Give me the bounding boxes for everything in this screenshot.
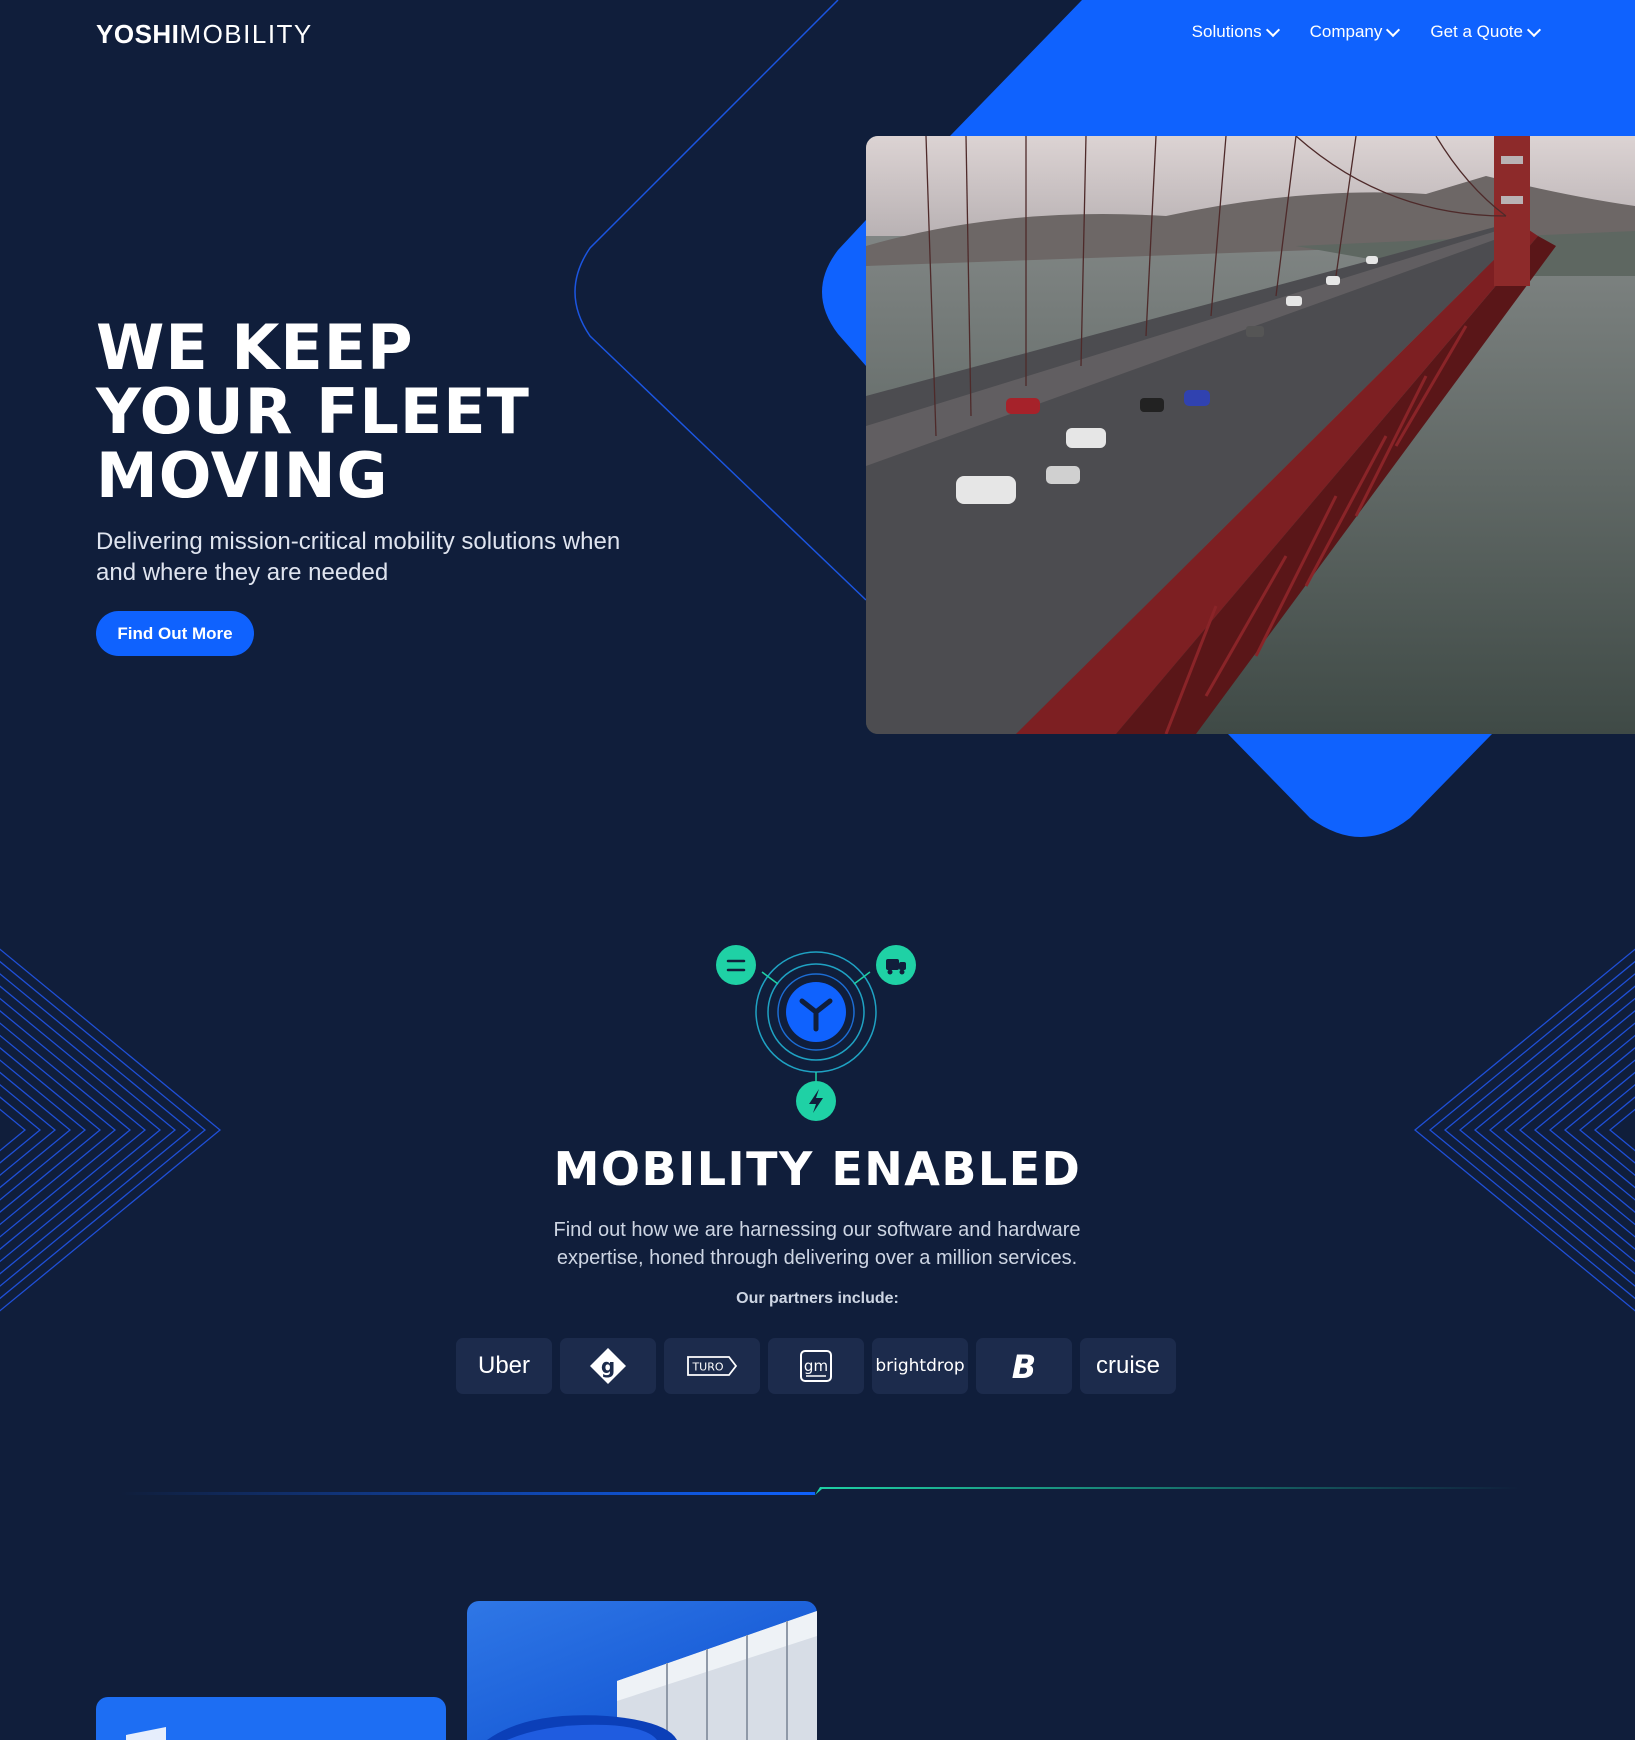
solution-card-image[interactable] xyxy=(96,1697,446,1740)
nav-get-a-quote[interactable]: Get a Quote xyxy=(1430,22,1542,42)
partner-logos: Uber g TURO gm brightdrop B cruise xyxy=(456,1338,1176,1394)
logo-thin-text: MOBILITY xyxy=(179,19,313,49)
partner-logo-brightdrop[interactable]: brightdrop xyxy=(872,1338,968,1394)
nav-solutions[interactable]: Solutions xyxy=(1191,22,1280,42)
section-divider xyxy=(120,1487,1520,1495)
partner-logo-gm[interactable]: gm xyxy=(768,1338,864,1394)
hero-title: WE KEEP YOUR FLEET MOVING xyxy=(96,316,530,508)
partner-logo-cruise[interactable]: cruise xyxy=(1080,1338,1176,1394)
logo-bold-text: YOSHI xyxy=(96,19,180,49)
section-title: MOBILITY ENABLED xyxy=(553,1142,1082,1196)
brand-logo[interactable]: YOSHIMOBILITY xyxy=(96,19,313,50)
gm-text: gm xyxy=(804,1357,828,1375)
nav-solutions-label: Solutions xyxy=(1191,22,1262,41)
main-nav: Solutions Company Get a Quote xyxy=(1191,22,1542,42)
find-out-more-button[interactable]: Find Out More xyxy=(96,611,254,656)
hero-title-line: YOUR FLEET xyxy=(96,375,530,448)
getaround-icon: g xyxy=(590,1348,626,1384)
nav-company-label: Company xyxy=(1309,22,1383,41)
getaround-glyph: g xyxy=(601,1354,615,1378)
solution-card-image[interactable] xyxy=(467,1601,817,1740)
hero-subtitle: Delivering mission-critical mobility sol… xyxy=(96,528,621,586)
nav-get-a-quote-label: Get a Quote xyxy=(1430,22,1523,41)
turo-icon: TURO xyxy=(687,1356,737,1376)
hero-video-bridge[interactable] xyxy=(866,136,1635,734)
partners-label: Our partners include: xyxy=(736,1290,899,1307)
partner-logo-turo[interactable]: TURO xyxy=(664,1338,760,1394)
nav-company[interactable]: Company xyxy=(1309,22,1401,42)
hero-title-line: WE KEEP xyxy=(96,311,414,384)
chevron-down-icon xyxy=(1265,22,1280,38)
mobility-hub-graphic xyxy=(716,945,916,1121)
bridgestone-glyph: B xyxy=(1012,1349,1036,1383)
gm-icon: gm xyxy=(800,1350,832,1382)
section-description: Find out how we are harnessing our softw… xyxy=(553,1219,1081,1269)
hero-title-line: MOVING xyxy=(96,439,389,512)
chevron-down-icon xyxy=(1526,22,1542,38)
partner-logo-getaround[interactable]: g xyxy=(560,1338,656,1394)
partner-logo-uber[interactable]: Uber xyxy=(456,1338,552,1394)
partner-logo-bridgestone[interactable]: B xyxy=(976,1338,1072,1394)
chevron-down-icon xyxy=(1386,22,1401,38)
turo-text: TURO xyxy=(691,1361,723,1374)
bridgestone-icon: B xyxy=(1012,1349,1036,1383)
